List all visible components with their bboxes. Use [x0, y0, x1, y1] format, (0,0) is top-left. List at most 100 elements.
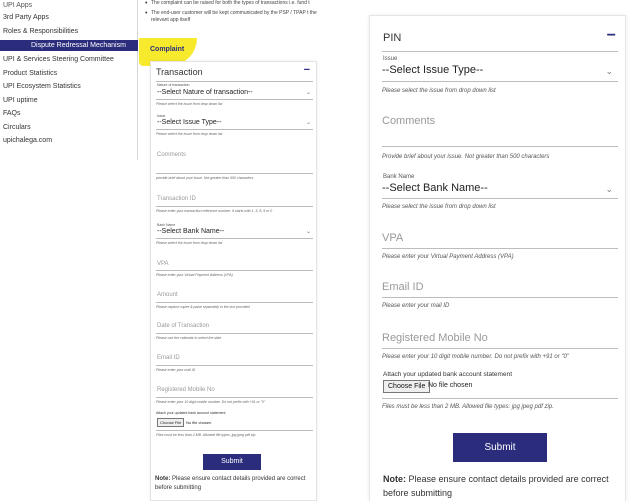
transaction-id-input[interactable]: Transaction ID	[157, 196, 196, 202]
note-label: Note:	[383, 474, 406, 484]
input-underline	[156, 333, 313, 334]
sidebar-item-faqs[interactable]: FAQs	[3, 110, 21, 117]
select-underline	[156, 99, 313, 100]
notice-list: The complaint can be raised for both the…	[145, 0, 321, 27]
file-help: Files must be less than 2 MB. Allowed fi…	[156, 433, 257, 437]
file-status: No file chosen	[186, 420, 212, 425]
field-help: Please select the issue from drop down l…	[156, 132, 223, 136]
sidebar-item-product-statistics[interactable]: Product Statistics	[3, 70, 57, 77]
field-help: Please select the issue from drop down l…	[382, 88, 496, 94]
form-section-title: PIN	[383, 32, 402, 44]
choose-file-button[interactable]: Choose File	[157, 418, 185, 427]
notice-item: The complaint can be raised for both the…	[145, 0, 321, 7]
email-input[interactable]: Email ID	[157, 355, 180, 361]
amount-input[interactable]: Amount	[157, 292, 178, 298]
transaction-date-input[interactable]: Date of Transaction	[157, 323, 209, 329]
form-section-title: Transaction	[156, 67, 203, 77]
bank-name-select[interactable]: --Select Bank Name--	[382, 182, 488, 194]
mobile-input[interactable]: Registered Mobile No	[382, 332, 488, 344]
input-underline	[156, 206, 313, 207]
field-label: Bank Name	[157, 223, 176, 227]
input-underline	[156, 302, 313, 303]
sidebar-item-steering-committee[interactable]: UPI & Services Steering Committee	[3, 56, 114, 63]
field-help: Please use the calendar to select the da…	[156, 336, 222, 340]
field-label: Bank Name	[383, 174, 415, 180]
field-label: Nature of transaction	[157, 83, 190, 87]
mobile-input[interactable]: Registered Mobile No	[157, 387, 215, 393]
complaint-heading: Complaint	[150, 46, 185, 53]
divider	[382, 398, 618, 399]
contact-note: Note: Please ensure contact details prov…	[383, 472, 621, 500]
divider	[156, 81, 313, 82]
field-help: Please capture rupee & paise separately …	[156, 305, 250, 309]
field-help: Please select the issue from drop down l…	[156, 102, 223, 106]
field-help: Please select the issue from drop down l…	[382, 204, 496, 210]
input-underline	[156, 397, 313, 398]
input-underline	[382, 248, 618, 249]
contact-note: Note: Please ensure contact details prov…	[155, 475, 317, 493]
field-help: Please select the issue from drop down l…	[156, 241, 223, 245]
field-help: Please enter your transaction reference …	[156, 209, 273, 213]
input-underline	[156, 270, 313, 271]
field-help: Provide brief about your issue. Not grea…	[382, 154, 550, 160]
select-underline	[156, 238, 313, 239]
sidebar-item-upichalega[interactable]: upichalega.com	[3, 137, 52, 144]
minus-icon[interactable]: −	[304, 64, 310, 76]
input-underline	[382, 146, 618, 147]
select-underline	[382, 198, 618, 199]
select-underline	[156, 129, 313, 130]
field-help: Please enter your 10 digit mobile number…	[382, 354, 569, 360]
bank-name-select[interactable]: --Select Bank Name--	[157, 228, 224, 235]
attach-label: Attach your updated bank account stateme…	[383, 371, 513, 378]
sidebar-item-upi-uptime[interactable]: UPI uptime	[3, 97, 38, 104]
minus-icon[interactable]: −	[607, 27, 616, 45]
file-help: Files must be less than 2 MB. Allowed fi…	[382, 404, 554, 410]
field-label: Issue	[383, 56, 398, 62]
vpa-input[interactable]: VPA	[382, 232, 403, 244]
sidebar-item-circulars[interactable]: Circulars	[3, 124, 31, 131]
email-input[interactable]: Email ID	[382, 281, 424, 293]
sidebar-item-upi-apps[interactable]: UPI Apps	[3, 2, 32, 9]
field-help: Please enter your mail ID	[382, 303, 450, 309]
note-label: Note:	[155, 476, 171, 482]
field-label: Issue	[157, 114, 166, 118]
divider	[156, 430, 313, 431]
field-help: Please enter your mail ID	[156, 368, 196, 372]
input-underline	[382, 348, 618, 349]
right-screenshot-panel: PIN − Issue --Select Issue Type-- ⌄ Plea…	[349, 0, 636, 501]
sidebar-item-ecosystem-statistics[interactable]: UPI Ecosystem Statistics	[3, 83, 81, 90]
input-underline	[156, 365, 313, 366]
pin-form-card: PIN − Issue --Select Issue Type-- ⌄ Plea…	[369, 15, 626, 501]
input-underline	[382, 297, 618, 298]
issue-type-select[interactable]: --Select Issue Type--	[382, 64, 483, 76]
transaction-form-card: Transaction − Nature of transaction --Se…	[150, 61, 317, 501]
chevron-down-icon: ⌄	[605, 66, 613, 76]
field-help: Please enter your Virtual Payment Addres…	[156, 273, 233, 277]
nature-of-transaction-select[interactable]: --Select Nature of transaction--	[157, 89, 253, 96]
sidebar-item-roles[interactable]: Roles & Responsibilities	[3, 28, 78, 35]
field-help: Please enter your 10 digit mobile number…	[156, 400, 266, 404]
file-status: No file chosen	[428, 382, 473, 389]
chevron-down-icon: ⌄	[305, 229, 311, 235]
notice-item: The end-user customer will be kept commu…	[145, 10, 321, 24]
sidebar-menu: UPI Apps 3rd Party Apps Roles & Responsi…	[0, 0, 138, 160]
chevron-down-icon: ⌄	[305, 120, 311, 126]
note-text: Please ensure contact details provided a…	[383, 474, 609, 498]
issue-type-select[interactable]: --Select Issue Type--	[157, 119, 221, 126]
choose-file-button[interactable]: Choose File	[383, 380, 431, 393]
chevron-down-icon: ⌄	[305, 90, 311, 96]
submit-button[interactable]: Submit	[203, 454, 261, 470]
submit-button[interactable]: Submit	[453, 433, 547, 462]
input-underline	[156, 173, 313, 174]
left-screenshot-panel: UPI Apps 3rd Party Apps Roles & Responsi…	[0, 0, 322, 501]
note-text: Please ensure contact details provided a…	[155, 476, 306, 491]
sidebar-item-3rd-party-apps[interactable]: 3rd Party Apps	[3, 14, 49, 21]
sidebar-item-dispute-redressal[interactable]: Dispute Redressal Mechanism	[0, 40, 138, 51]
comments-input[interactable]: Comments	[382, 115, 435, 127]
divider	[382, 51, 618, 52]
comments-input[interactable]: Comments	[157, 152, 186, 158]
vpa-input[interactable]: VPA	[157, 261, 169, 267]
select-underline	[382, 81, 618, 82]
field-help: provide brief about your issue. Not grea…	[156, 176, 254, 180]
attach-label: Attach your updated bank account stateme…	[156, 411, 226, 415]
